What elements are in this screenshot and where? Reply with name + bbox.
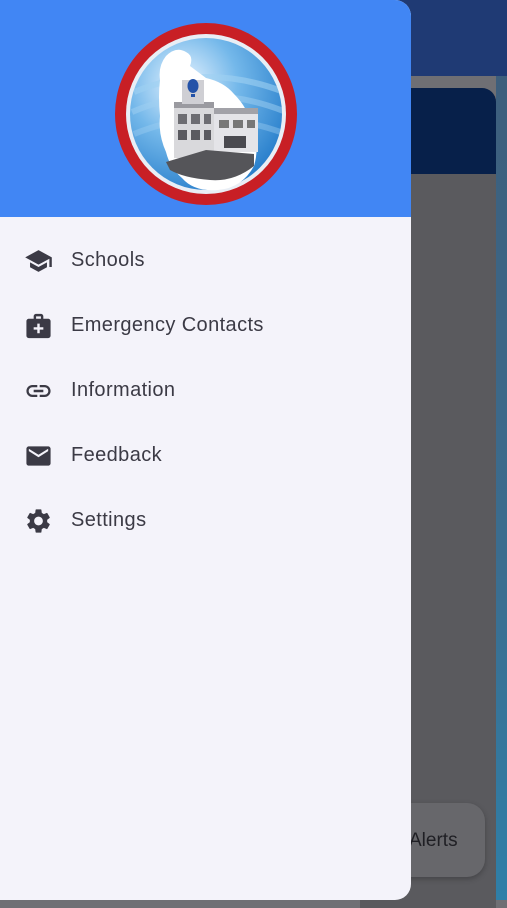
menu-item-label: Information	[71, 379, 176, 401]
link-icon	[24, 376, 53, 405]
app-logo	[115, 23, 297, 205]
menu-item-emergency-contacts[interactable]: Emergency Contacts	[0, 293, 411, 358]
school-icon	[24, 246, 53, 275]
navigation-drawer: Schools Emergency Contacts Information F…	[0, 0, 411, 900]
alerts-button-label: Alerts	[409, 830, 458, 851]
menu-item-settings[interactable]: Settings	[0, 488, 411, 553]
menu-item-feedback[interactable]: Feedback	[0, 423, 411, 488]
menu-item-information[interactable]: Information	[0, 358, 411, 423]
menu-item-label: Emergency Contacts	[71, 314, 264, 336]
drawer-header	[0, 0, 411, 217]
mail-icon	[24, 441, 53, 470]
menu-item-label: Schools	[71, 249, 145, 271]
menu-item-label: Settings	[71, 509, 147, 531]
medical-bag-icon	[24, 311, 53, 340]
gear-icon	[24, 506, 53, 535]
menu-item-schools[interactable]: Schools	[0, 228, 411, 293]
menu-item-label: Feedback	[71, 444, 163, 466]
background-content-edge	[496, 76, 507, 900]
drawer-menu: Schools Emergency Contacts Information F…	[0, 228, 411, 553]
